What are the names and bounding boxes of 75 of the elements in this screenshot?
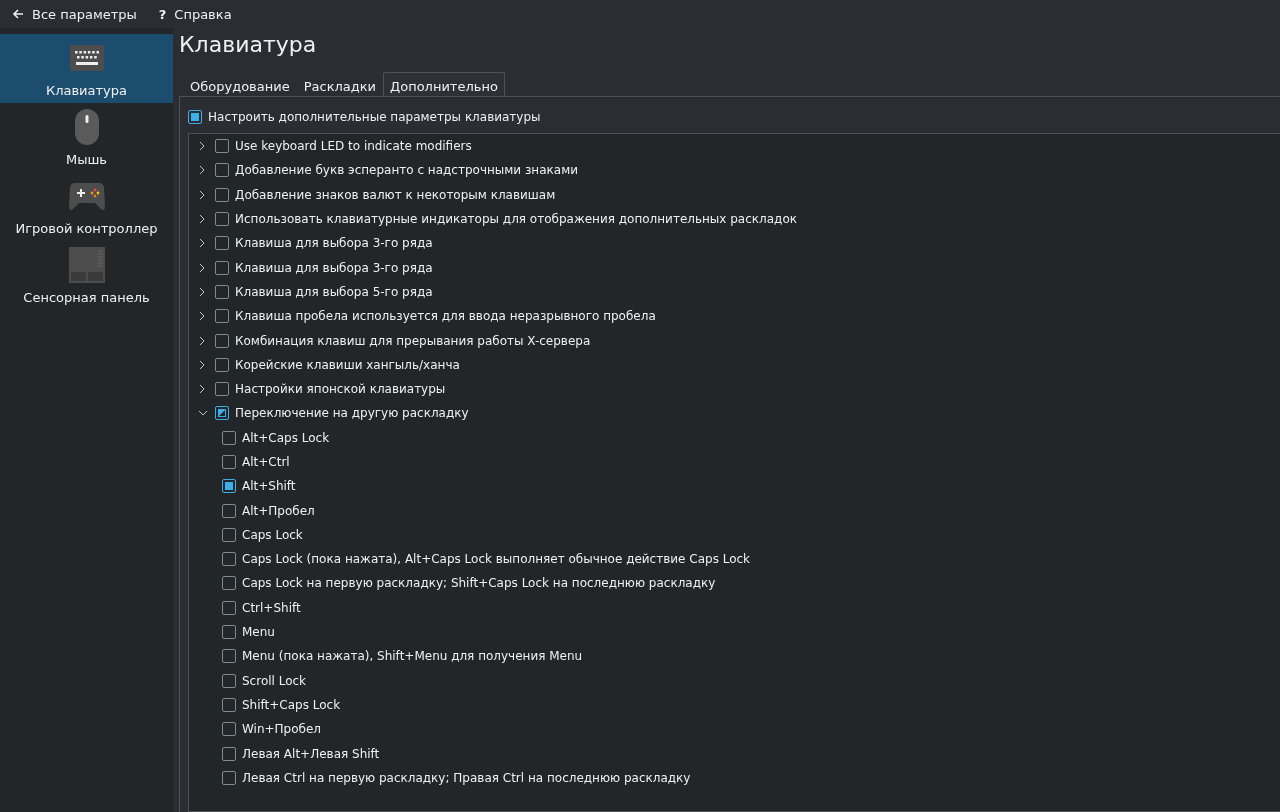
checkbox[interactable] [215,212,229,227]
option-label: Корейские клавиши хангыль/ханча [235,357,460,372]
option-label: Alt+Caps Lock [242,430,330,445]
back-button[interactable]: Все параметры [6,3,143,25]
checkbox[interactable] [222,697,236,712]
keyboard-icon [69,45,104,71]
sidebar-item[interactable]: Игровой контроллер [0,172,173,241]
checkbox[interactable] [215,333,229,348]
checkbox[interactable] [215,382,229,397]
sidebar-item-label: Клавиатура [45,83,128,98]
sidebar-item[interactable]: Сенсорная панель [0,241,173,310]
checkbox[interactable] [222,527,236,542]
option-label: Caps Lock на первую раскладку; Shift+Caps Lock на последнюю раскладку [242,576,716,591]
tab[interactable]: Раскладки [296,72,384,96]
help-button[interactable]: ? Справка [152,3,238,25]
option-label: Клавиша для выбора 5-го ряда [235,284,433,299]
option-label: Menu (пока нажата), Shift+Menu для получения Menu [242,649,583,664]
sidebar-item[interactable]: Клавиатура [0,34,173,103]
checkbox[interactable] [222,673,236,688]
checkbox[interactable] [215,357,229,372]
checkbox[interactable] [215,309,229,324]
checkbox[interactable] [215,139,229,154]
option-label: Клавиша для выбора 3-го ряда [235,236,433,251]
checkbox[interactable] [222,649,236,664]
checkbox[interactable] [215,187,229,202]
checkbox[interactable] [222,722,236,737]
checkbox-label: Настроить дополнительные параметры клавиатуры [208,110,541,124]
option-label: Использовать клавиатурные индикаторы для отображения дополнительных раскладок [235,212,797,227]
option-label: Клавиша для выбора 3-го ряда [235,260,433,275]
option-label: Caps Lock [242,527,303,542]
checkbox[interactable] [215,284,229,299]
checkbox[interactable] [215,260,229,275]
option-label: Левая Ctrl на первую раскладку; Правая Ctrl на последнюю раскладку [242,770,691,785]
option-label: Alt+Shift [242,479,296,494]
checkbox[interactable] [222,746,236,761]
checkbox[interactable] [222,625,236,640]
page-title: Клавиатура [179,32,318,59]
option-label: Комбинация клавиш для прерывания работы X-сервера [235,333,591,348]
checkbox[interactable] [222,600,236,615]
option-label: Настройки японской клавиатуры [235,382,446,397]
option-label: Левая Alt+Левая Shift [242,746,380,761]
checkbox[interactable] [215,163,229,178]
gamepad-icon [68,181,105,211]
back-arrow-icon [12,8,24,20]
tab[interactable]: Оборудование [183,72,297,96]
sidebar-item-label: Мышь [65,152,107,167]
checkbox[interactable] [188,110,202,124]
option-label: Клавиша пробела используется для ввода неразрывного пробела [235,309,656,324]
option-label: Caps Lock (пока нажата), Alt+Caps Lock выполняет обычное действие Caps Lock [242,552,751,567]
checkbox[interactable] [215,236,229,251]
option-label: Переключение на другую раскладку [235,406,469,421]
option-label: Alt+Ctrl [242,455,290,469]
sidebar-item[interactable]: Мышь [0,103,173,172]
mouse-icon [74,109,99,145]
checkbox[interactable] [222,576,236,591]
option-label: Win+Пробел [242,722,322,737]
checkbox[interactable] [222,552,236,567]
option-label: Menu [242,625,275,640]
checkbox[interactable] [222,455,236,469]
option-label: Scroll Lock [242,673,307,688]
touchpad-icon [68,247,105,283]
option-label: Ctrl+Shift [242,600,301,615]
option-label: Use keyboard LED to indicate modifiers [235,139,472,154]
checkbox[interactable] [215,406,229,421]
tab[interactable]: Дополнительно [383,72,505,96]
checkbox[interactable] [222,770,236,785]
option-label: Добавление букв эсперанто с надстрочными знаками [235,163,578,178]
checkbox[interactable] [222,479,236,494]
sidebar-item-label: Игровой контроллер [15,221,158,236]
checkbox[interactable] [222,430,236,445]
option-label: Добавление знаков валют к некоторым клавишам [235,187,556,202]
option-label: Shift+Caps Lock [242,697,341,712]
option-label: Alt+Пробел [242,503,315,518]
sidebar-item-label: Сенсорная панель [23,290,150,305]
checkbox[interactable] [222,503,236,518]
